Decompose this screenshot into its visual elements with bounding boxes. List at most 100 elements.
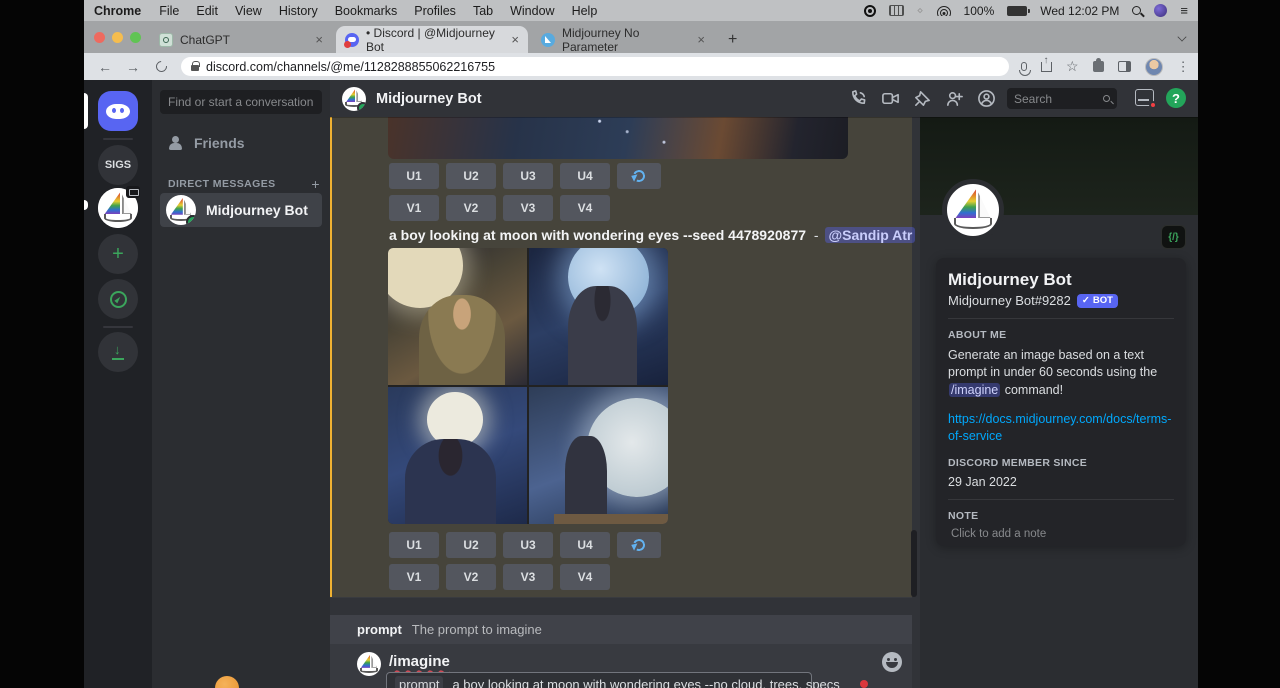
note-input[interactable]: Click to add a note (948, 528, 1174, 540)
u2-button[interactable]: U2 (446, 532, 496, 558)
menu-file[interactable]: File (159, 4, 179, 18)
v1-button[interactable]: V1 (389, 195, 439, 221)
menu-view[interactable]: View (235, 4, 262, 18)
add-friend-icon[interactable] (945, 89, 964, 108)
menu-list-icon[interactable]: ≡ (1180, 3, 1188, 18)
tab-midjourney[interactable]: Midjourney No Parameter × (532, 26, 714, 53)
conversation-search-input[interactable]: Find or start a conversation (160, 90, 322, 114)
reroll-button[interactable] (617, 163, 661, 189)
imagine-command-mention[interactable]: /imagine (949, 383, 1000, 397)
add-server-button[interactable]: + (98, 234, 138, 274)
grid-image-3[interactable] (388, 387, 527, 524)
u2-button[interactable]: U2 (446, 163, 496, 189)
v4-button[interactable]: V4 (560, 195, 610, 221)
explore-servers-button[interactable] (98, 279, 138, 319)
inbox-icon[interactable] (1135, 89, 1154, 106)
emoji-picker-icon[interactable] (882, 652, 902, 672)
side-panel-icon[interactable] (1118, 61, 1131, 72)
pin-icon[interactable] (913, 89, 932, 108)
reload-icon[interactable] (154, 59, 169, 74)
forward-icon[interactable]: → (126, 59, 140, 75)
u3-button[interactable]: U3 (503, 163, 553, 189)
lock-icon[interactable] (191, 65, 199, 71)
video-call-icon[interactable] (881, 89, 900, 108)
user-mention[interactable]: @Sandip Atr (825, 227, 915, 243)
window-close-button[interactable] (94, 32, 105, 43)
menu-help[interactable]: Help (572, 4, 598, 18)
menu-edit[interactable]: Edit (196, 4, 218, 18)
reroll-button[interactable] (617, 532, 661, 558)
divider (948, 318, 1174, 319)
u4-button[interactable]: U4 (560, 532, 610, 558)
previous-grid-image[interactable] (388, 117, 848, 159)
chat-scrollbar[interactable] (911, 530, 917, 597)
discord-home-button[interactable] (98, 91, 138, 131)
wifi-icon[interactable] (937, 6, 951, 16)
discord-app: SIGS + Find or start a conve (84, 80, 1198, 688)
chat-search-input[interactable]: Search (1007, 88, 1117, 109)
terms-link[interactable]: https://docs.midjourney.com/docs/terms-o… (948, 411, 1174, 445)
v2-button[interactable]: V2 (446, 195, 496, 221)
back-icon[interactable]: ← (98, 59, 112, 75)
url-field[interactable]: discord.com/channels/@me/112828885506221… (181, 57, 1009, 76)
menu-profiles[interactable]: Profiles (414, 4, 456, 18)
menu-history[interactable]: History (279, 4, 318, 18)
u4-button[interactable]: U4 (560, 163, 610, 189)
v4-button[interactable]: V4 (560, 564, 610, 590)
menu-bookmarks[interactable]: Bookmarks (335, 4, 398, 18)
window-minimize-button[interactable] (112, 32, 123, 43)
midjourney-dm-rail-button[interactable] (98, 188, 138, 228)
bluetooth-icon[interactable]: ⋄ (917, 4, 924, 17)
chrome-menu-icon[interactable]: ⋮ (1177, 59, 1191, 75)
grid-image-2[interactable] (529, 248, 668, 385)
download-apps-button[interactable] (98, 332, 138, 372)
voice-search-icon[interactable] (1021, 62, 1027, 71)
tab-discord[interactable]: • Discord | @Midjourney Bot × (336, 26, 528, 53)
tab-search-chevron-icon[interactable] (1177, 32, 1186, 41)
grid-image-4[interactable] (529, 387, 668, 524)
midjourney-image-grid[interactable] (388, 248, 668, 524)
note-label: NOTE (948, 510, 1174, 522)
v2-button[interactable]: V2 (446, 564, 496, 590)
extensions-icon[interactable] (1093, 61, 1104, 72)
window-zoom-button[interactable] (130, 32, 141, 43)
new-tab-button[interactable]: + (728, 31, 737, 49)
bookmark-star-icon[interactable]: ☆ (1066, 58, 1079, 75)
screen-record-icon[interactable] (864, 5, 876, 17)
tab-close-icon[interactable]: × (697, 32, 705, 47)
share-icon[interactable] (1041, 62, 1052, 72)
slash-command[interactable]: /imagine (389, 653, 450, 670)
tab-chatgpt[interactable]: ChatGPT × (150, 26, 332, 53)
v1-button[interactable]: V1 (389, 564, 439, 590)
option-value[interactable]: a boy looking at moon with wondering eye… (452, 677, 839, 688)
menu-tab[interactable]: Tab (473, 4, 493, 18)
menubar-clock[interactable]: Wed 12:02 PM (1040, 4, 1119, 18)
url-text[interactable]: discord.com/channels/@me/112828885506221… (206, 60, 495, 74)
grid-image-1[interactable] (388, 248, 527, 385)
control-center-icon[interactable] (1154, 4, 1167, 17)
tab-close-icon[interactable]: × (511, 32, 519, 47)
v3-button[interactable]: V3 (503, 564, 553, 590)
spotlight-icon[interactable] (1132, 6, 1141, 15)
desktop: Chrome File Edit View History Bookmarks … (84, 0, 1198, 688)
u3-button[interactable]: U3 (503, 532, 553, 558)
v3-button[interactable]: V3 (503, 195, 553, 221)
dm-item-midjourney-bot[interactable]: Midjourney Bot (160, 193, 322, 227)
message-composer[interactable]: /imagine prompt a boy looking at moon wi… (330, 644, 912, 688)
chrome-profile-avatar[interactable] (1145, 58, 1163, 76)
midjourney-avatar-large[interactable] (942, 179, 1004, 241)
menubar-app-name[interactable]: Chrome (94, 4, 141, 18)
voice-call-icon[interactable] (849, 89, 868, 108)
server-sigs-button[interactable]: SIGS (98, 145, 138, 185)
user-profile-icon[interactable] (977, 89, 996, 108)
menu-window[interactable]: Window (510, 4, 554, 18)
help-icon[interactable]: ? (1166, 88, 1186, 108)
sidebar-item-friends[interactable]: Friends (160, 128, 322, 158)
u1-button[interactable]: U1 (389, 163, 439, 189)
prompt-option-input[interactable]: prompt a boy looking at moon with wonder… (386, 672, 812, 688)
midjourney-avatar[interactable] (342, 87, 366, 111)
tab-close-icon[interactable]: × (315, 32, 323, 47)
create-dm-icon[interactable]: + (311, 176, 320, 192)
u1-button[interactable]: U1 (389, 532, 439, 558)
keyboard-icon[interactable] (889, 5, 904, 16)
